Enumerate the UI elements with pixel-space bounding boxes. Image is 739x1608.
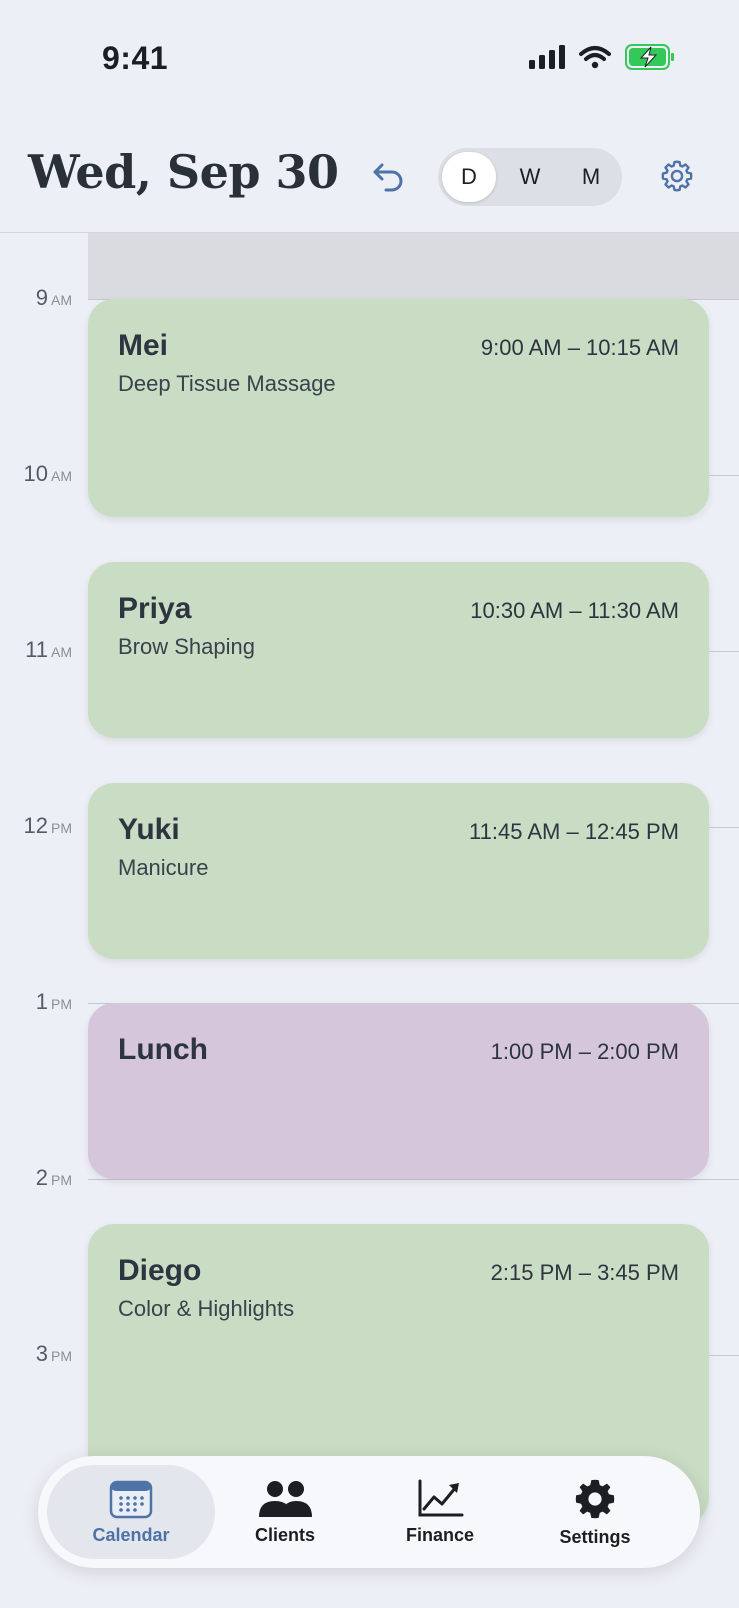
appointment-time: 10:30 AM – 11:30 AM — [470, 598, 679, 623]
bottom-tab-bar: Calendar Clients Finance Settings — [38, 1456, 700, 1568]
day-timeline[interactable]: 9 AM 10 AM 11 AM 12 PM 1 PM 2 PM 3 PM Mei 9:00 … — [0, 233, 739, 1608]
service-name: Color & Highlights — [118, 1296, 295, 1321]
status-icons — [529, 44, 675, 70]
client-name: Yuki — [118, 813, 180, 846]
hour-row-2pm: 2 PM — [0, 1165, 739, 1190]
tab-label: Finance — [405, 1524, 475, 1545]
break-name: Lunch — [118, 1033, 208, 1066]
users-icon — [259, 1480, 312, 1517]
status-time: 9:41 — [102, 40, 169, 76]
chart-icon — [418, 1479, 464, 1516]
appointment-time: 2:15 PM – 3:45 PM — [490, 1260, 679, 1285]
page-title: Wed, Sep 30 — [28, 145, 339, 199]
tab-clients[interactable]: Clients — [201, 1465, 369, 1559]
tab-label: Settings — [559, 1526, 631, 1547]
tab-calendar[interactable]: Calendar — [47, 1465, 215, 1559]
calendar-header: Wed, Sep 30 D W M — [0, 110, 739, 233]
hour-line — [88, 1179, 739, 1180]
hour-label: 12 PM — [23, 813, 72, 838]
settings-button[interactable] — [656, 155, 698, 197]
break-time: 1:00 PM – 2:00 PM — [490, 1039, 679, 1064]
battery-charging-icon — [625, 44, 674, 70]
hour-label: 11 AM — [25, 637, 72, 662]
client-name: Diego — [118, 1254, 202, 1287]
tab-label: Clients — [254, 1524, 315, 1545]
hour-label: 3 PM — [35, 1341, 72, 1366]
unavailable-block — [88, 233, 739, 300]
view-switcher: D W M — [438, 148, 622, 206]
hour-label: 9 AM — [35, 285, 72, 310]
service-name: Manicure — [118, 855, 209, 880]
appointment-card[interactable]: Mei 9:00 AM – 10:15 AM Deep Tissue Massa… — [88, 299, 709, 517]
gear-icon — [575, 1479, 615, 1518]
hour-label: 10 AM — [23, 461, 72, 486]
service-name: Deep Tissue Massage — [118, 371, 336, 396]
hour-label: 2 PM — [35, 1165, 72, 1190]
tab-settings[interactable]: Settings — [511, 1465, 679, 1559]
client-name: Mei — [118, 329, 169, 362]
gear-icon — [661, 160, 693, 192]
view-month-tab[interactable]: M — [564, 152, 618, 202]
tab-finance[interactable]: Finance — [356, 1465, 524, 1559]
undo-icon — [373, 163, 403, 192]
service-name: Brow Shaping — [118, 634, 255, 659]
client-name: Priya — [118, 592, 192, 625]
calendar-icon — [109, 1480, 153, 1518]
undo-button[interactable] — [368, 156, 410, 198]
wifi-icon — [579, 46, 611, 69]
hour-label: 1 PM — [35, 989, 72, 1014]
view-day-tab[interactable]: D — [442, 152, 496, 202]
tab-label: Calendar — [92, 1524, 170, 1545]
cellular-signal-icon — [529, 45, 565, 69]
appointment-time: 11:45 AM – 12:45 PM — [469, 819, 679, 844]
break-card[interactable]: Lunch 1:00 PM – 2:00 PM — [88, 1003, 709, 1179]
status-bar: 9:41 — [0, 0, 739, 110]
appointment-card[interactable]: Yuki 11:45 AM – 12:45 PM Manicure — [88, 783, 709, 959]
appointment-time: 9:00 AM – 10:15 AM — [480, 335, 679, 360]
appointment-card[interactable]: Priya 10:30 AM – 11:30 AM Brow Shaping — [88, 562, 709, 738]
view-week-tab[interactable]: W — [503, 152, 557, 202]
